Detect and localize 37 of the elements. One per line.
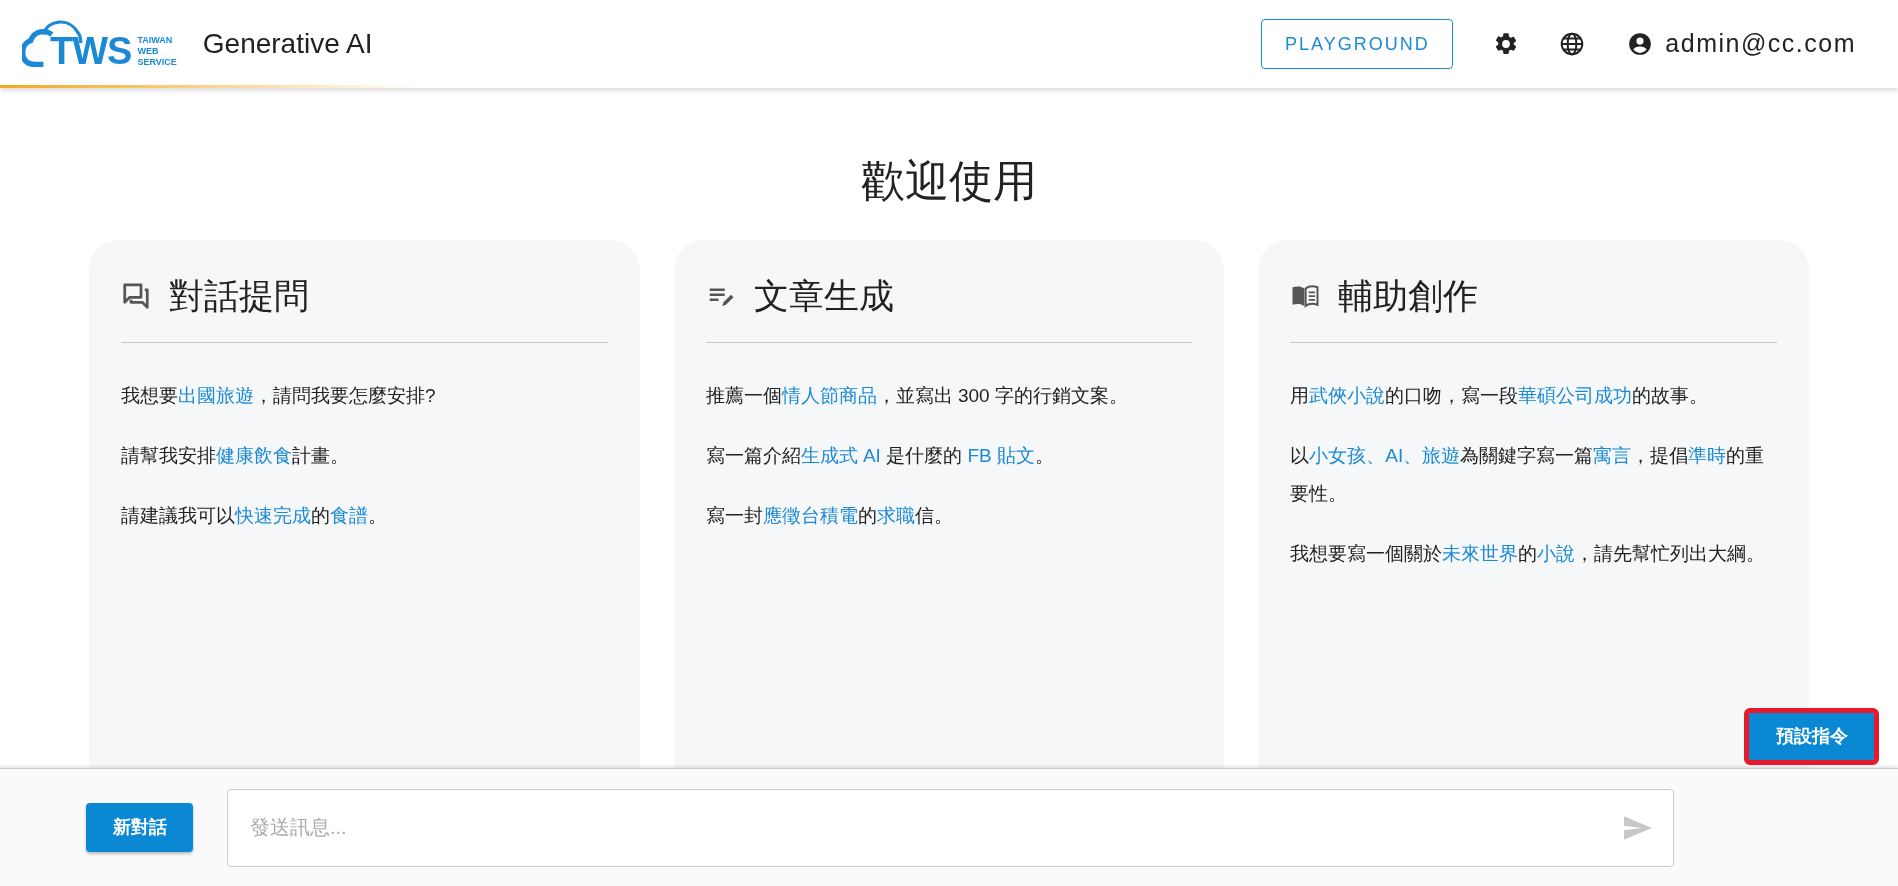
keyword-link[interactable]: 寓言 [1593,445,1632,466]
prompt-suggestion[interactable]: 寫一篇介紹生成式 AI 是什麼的 FB 貼文。 [705,437,1193,475]
prompt-suggestion[interactable]: 我想要寫一個關於未來世界的小說，請先幫忙列出大綱。 [1290,535,1777,573]
prompt-suggestion[interactable]: 我想要出國旅遊，請問我要怎麼安排? [121,377,608,415]
keyword-link[interactable]: 華碩公司成功 [1518,385,1633,406]
card-title: 文章生成 [753,275,894,317]
welcome-title: 歡迎使用 [861,155,1037,207]
prompt-suggestion[interactable]: 推薦一個情人節商品，並寫出 300 字的行銷文案。 [705,377,1193,415]
user-email: admin@cc.com [1665,28,1856,60]
keyword-link[interactable]: 快速完成 [235,505,311,526]
keyword-link[interactable]: 生成式 AI [800,445,881,466]
new-chat-button[interactable]: 新對話 [86,803,193,852]
prompt-suggestion[interactable]: 請建議我可以快速完成的食譜。 [121,497,608,535]
prompt-suggestion[interactable]: 用武俠小說的口吻，寫一段華碩公司成功的故事。 [1290,377,1777,415]
keyword-link[interactable]: 武俠小說 [1309,385,1386,406]
keyword-link[interactable]: 未來世界 [1442,543,1519,564]
keyword-link[interactable]: FB 貼文 [967,445,1036,466]
message-field[interactable]: 發送訊息... [227,788,1674,867]
keyword-link[interactable]: 求職 [876,505,915,526]
keyword-link[interactable]: 應徵台積電 [762,505,858,526]
keyword-link[interactable]: 小說 [1537,543,1576,564]
keyword-link[interactable]: 出國旅遊 [178,385,254,406]
chat-bubbles-icon [121,281,151,311]
playground-button[interactable]: PLAYGROUND [1261,19,1454,69]
keyword-link[interactable]: 食譜 [330,505,368,526]
globe-icon[interactable] [1559,31,1586,57]
keyword-link[interactable]: 情人節商品 [781,385,877,406]
card-title: 輔助創作 [1338,275,1479,317]
keyword-link[interactable]: 小女孩、AI、旅遊 [1309,445,1461,466]
account-icon[interactable] [1627,31,1654,57]
prompt-suggestion[interactable]: 以小女孩、AI、旅遊為關鍵字寫一篇寓言，提倡準時的重要性。 [1290,437,1777,513]
keyword-link[interactable]: 準時 [1688,445,1727,466]
app-title: Generative AI [202,27,373,61]
prompt-suggestion[interactable]: 寫一封應徵台積電的求職信。 [705,497,1193,535]
prompt-suggestion[interactable]: 請幫我安排健康飲食計畫。 [121,437,608,475]
card-title: 對話提問 [169,275,309,317]
keyword-link[interactable]: 健康飲食 [216,445,292,466]
